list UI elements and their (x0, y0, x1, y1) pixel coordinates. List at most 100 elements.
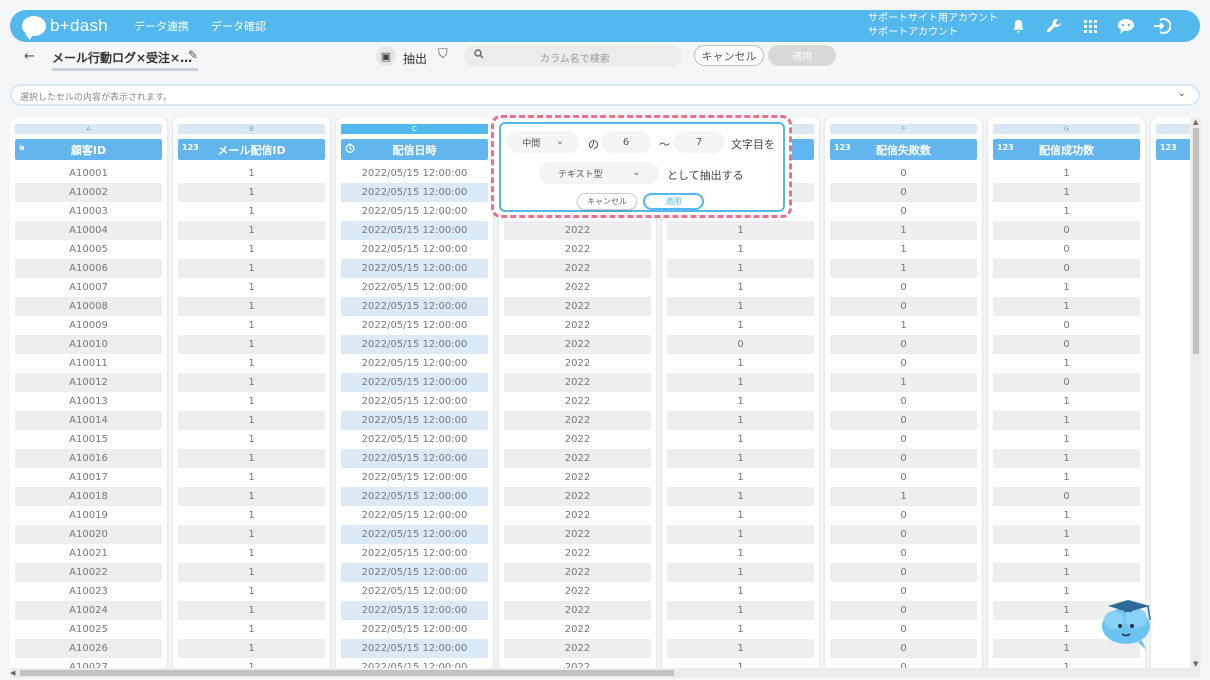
table-cell[interactable]: 1 (667, 658, 814, 668)
table-cell[interactable]: 0 (830, 297, 977, 316)
table-cell[interactable]: 2022/05/15 12:00:00 (341, 487, 488, 506)
table-cell[interactable]: 1 (667, 563, 814, 582)
table-cell[interactable]: 1 (667, 620, 814, 639)
table-cell[interactable]: 2022/05/15 12:00:00 (341, 563, 488, 582)
position-select[interactable]: 中間 ⌄ (507, 131, 579, 153)
table-cell[interactable]: 2022 (504, 259, 651, 278)
table-cell[interactable]: 1 (667, 468, 814, 487)
table-cell[interactable]: A10009 (15, 316, 162, 335)
table-cell[interactable]: 1 (667, 259, 814, 278)
table-cell[interactable]: 1 (178, 354, 325, 373)
table-cell[interactable]: 0 (993, 335, 1140, 354)
table-cell[interactable]: 1 (993, 468, 1140, 487)
table-cell[interactable]: A10005 (15, 240, 162, 259)
table-cell[interactable]: 1 (830, 240, 977, 259)
mascot-icon[interactable] (1098, 594, 1156, 650)
table-cell[interactable]: 2022/05/15 12:00:00 (341, 221, 488, 240)
table-cell[interactable]: A10001 (15, 164, 162, 183)
table-cell[interactable]: 2022/05/15 12:00:00 (341, 582, 488, 601)
table-cell[interactable]: 2022 (504, 278, 651, 297)
column-header[interactable]: 123 配信成功数 (993, 139, 1140, 160)
table-cell[interactable]: 0 (830, 335, 977, 354)
table-cell[interactable]: 0 (830, 430, 977, 449)
table-cell[interactable]: 2022/05/15 12:00:00 (341, 411, 488, 430)
table-cell[interactable]: 2022 (504, 658, 651, 668)
wrench-icon[interactable] (1044, 16, 1064, 36)
table-cell[interactable]: 1 (993, 297, 1140, 316)
table-cell[interactable]: 1 (667, 278, 814, 297)
table-cell[interactable]: 2022/05/15 12:00:00 (341, 392, 488, 411)
table-cell[interactable]: A10026 (15, 639, 162, 658)
popup-apply-button[interactable]: 適用 (643, 193, 704, 210)
table-cell[interactable]: 2022 (504, 354, 651, 373)
table-cell[interactable]: 2022 (504, 392, 651, 411)
table-cell[interactable]: 2022 (504, 316, 651, 335)
table-cell[interactable]: 1 (993, 164, 1140, 183)
scroll-down-icon[interactable]: ▼ (1193, 660, 1198, 668)
table-cell[interactable]: 2022/05/15 12:00:00 (341, 468, 488, 487)
table-cell[interactable]: 0 (830, 658, 977, 668)
table-cell[interactable]: 0 (830, 183, 977, 202)
from-input[interactable]: 6 (601, 131, 651, 153)
table-cell[interactable]: 2022 (504, 525, 651, 544)
table-cell[interactable]: 2022/05/15 12:00:00 (341, 259, 488, 278)
table-cell[interactable]: 2022 (504, 297, 651, 316)
table-cell[interactable]: 1 (178, 373, 325, 392)
table-cell[interactable]: 1 (178, 221, 325, 240)
apply-button[interactable]: 適用 (768, 45, 836, 66)
table-cell[interactable]: 2022/05/15 12:00:00 (341, 373, 488, 392)
table-cell[interactable]: 0 (993, 240, 1140, 259)
table-cell[interactable]: 1 (830, 316, 977, 335)
to-input[interactable]: 7 (674, 131, 724, 153)
cell-content-bar[interactable]: 選択したセルの内容が表示されます。 ⌄ (10, 84, 1200, 106)
table-cell[interactable]: 1 (178, 620, 325, 639)
table-cell[interactable]: 2022/05/15 12:00:00 (341, 601, 488, 620)
table-cell[interactable]: 2022/05/15 12:00:00 (341, 202, 488, 221)
table-cell[interactable]: 1 (993, 506, 1140, 525)
table-cell[interactable]: A10002 (15, 183, 162, 202)
column-letter[interactable]: C (341, 124, 488, 134)
table-cell[interactable]: 0 (830, 506, 977, 525)
table-cell[interactable]: 0 (830, 601, 977, 620)
back-arrow-icon[interactable]: ← (24, 49, 35, 64)
table-cell[interactable]: 1 (178, 183, 325, 202)
table-cell[interactable]: 1 (667, 221, 814, 240)
table-cell[interactable]: 1 (178, 411, 325, 430)
table-cell[interactable]: 1 (993, 411, 1140, 430)
column-header[interactable]: 配信日時 (341, 139, 488, 160)
table-cell[interactable]: 1 (667, 449, 814, 468)
table-cell[interactable]: 1 (178, 639, 325, 658)
table-cell[interactable]: 1 (667, 240, 814, 259)
table-cell[interactable]: 1 (178, 430, 325, 449)
table-cell[interactable]: 2022 (504, 601, 651, 620)
table-cell[interactable]: 2022 (504, 468, 651, 487)
table-cell[interactable]: 1 (178, 392, 325, 411)
table-cell[interactable]: 0 (830, 202, 977, 221)
table-cell[interactable]: 1 (993, 354, 1140, 373)
table-cell[interactable]: 0 (830, 354, 977, 373)
shield-icon[interactable]: ⛉ (438, 47, 448, 62)
column-letter[interactable]: B (178, 124, 325, 134)
table-cell[interactable]: A10015 (15, 430, 162, 449)
table-cell[interactable]: 0 (993, 259, 1140, 278)
column-header[interactable]: 123 メール配信ID (178, 139, 325, 160)
table-cell[interactable]: 1 (667, 297, 814, 316)
brand-logo[interactable]: b+dash (22, 16, 108, 40)
table-cell[interactable]: 2022 (504, 240, 651, 259)
table-cell[interactable]: 0 (830, 392, 977, 411)
pencil-icon[interactable]: ✎ (188, 48, 198, 62)
table-cell[interactable]: 1 (667, 316, 814, 335)
table-cell[interactable]: 0 (993, 373, 1140, 392)
table-cell[interactable]: 2022/05/15 12:00:00 (341, 335, 488, 354)
table-cell[interactable]: 1 (178, 582, 325, 601)
table-cell[interactable]: 1 (178, 335, 325, 354)
table-cell[interactable]: 2022/05/15 12:00:00 (341, 658, 488, 668)
table-cell[interactable]: 2022/05/15 12:00:00 (341, 449, 488, 468)
table-cell[interactable]: 2022 (504, 373, 651, 392)
table-cell[interactable]: A10025 (15, 620, 162, 639)
table-cell[interactable]: 1 (993, 392, 1140, 411)
table-cell[interactable]: 1 (667, 601, 814, 620)
table-cell[interactable]: 1 (178, 202, 325, 221)
cancel-button[interactable]: キャンセル (694, 45, 764, 66)
table-cell[interactable]: 1 (178, 468, 325, 487)
